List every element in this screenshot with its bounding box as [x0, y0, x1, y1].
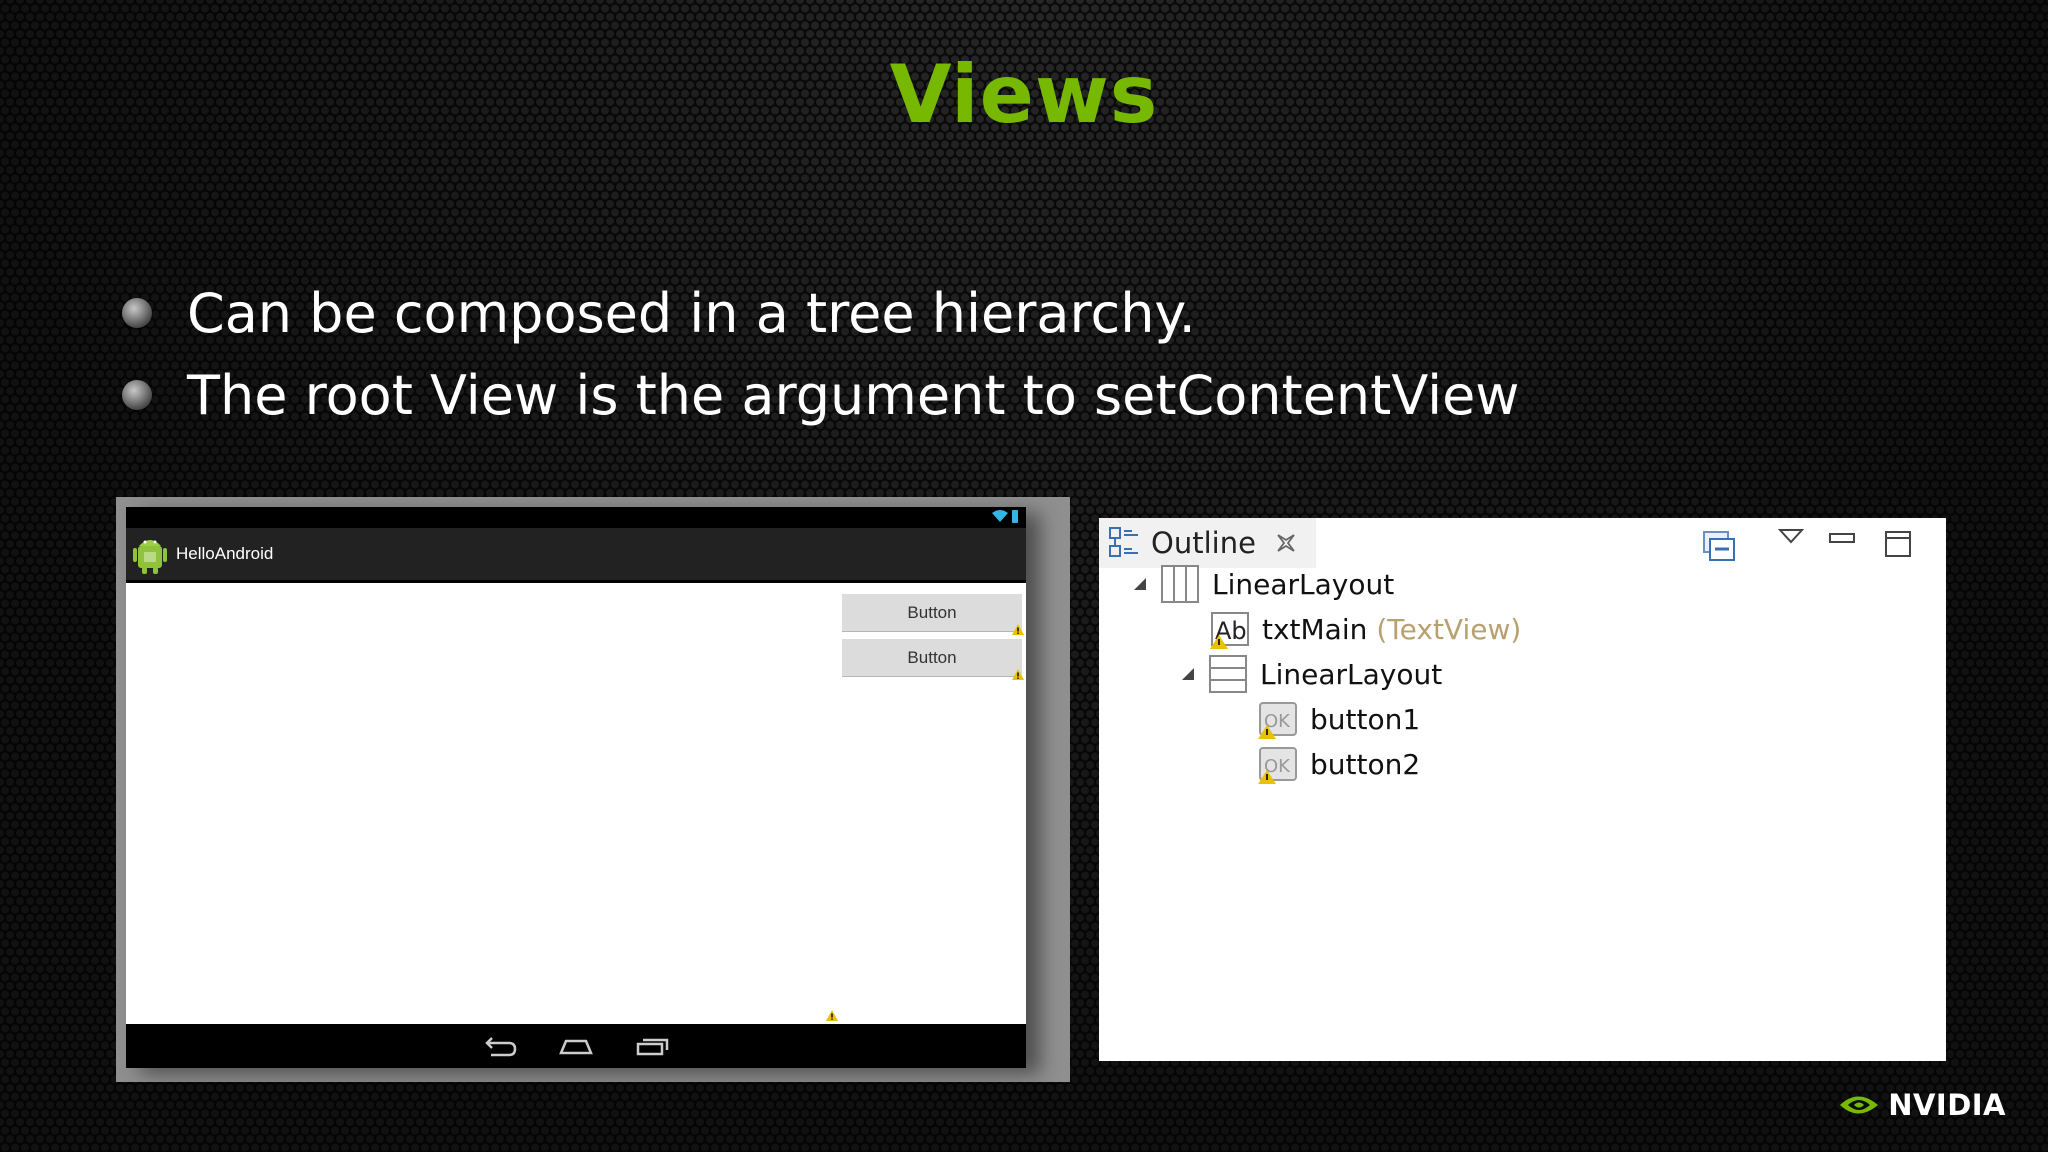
back-icon[interactable] — [483, 1035, 517, 1057]
emulator-frame: HelloAndroid Button Button — [116, 497, 1070, 1082]
bullet-text: Can be composed in a tree hierarchy. — [187, 281, 1196, 345]
close-icon[interactable] — [1274, 531, 1298, 555]
navigation-bar — [126, 1024, 1026, 1068]
nvidia-wordmark: NVIDIA — [1888, 1088, 2006, 1122]
tree-node[interactable]: Ab txtMain (TextView) — [1210, 607, 1521, 651]
battery-icon — [1012, 510, 1018, 523]
expanded-twisty-icon[interactable] — [1180, 666, 1196, 682]
minimize-icon[interactable] — [1828, 530, 1856, 546]
button-icon: OK — [1258, 702, 1297, 739]
outline-tab[interactable]: Outline — [1099, 518, 1316, 568]
app-button-2[interactable]: Button — [842, 639, 1022, 677]
recents-icon[interactable] — [635, 1035, 669, 1057]
warning-icon — [1012, 624, 1024, 635]
outline-tab-label: Outline — [1151, 526, 1256, 560]
tree-node-label: txtMain — [1262, 612, 1368, 646]
wifi-icon — [992, 510, 1008, 522]
action-bar: HelloAndroid — [126, 528, 1026, 583]
bullet-icon — [122, 380, 152, 410]
tree-node-label: button2 — [1310, 747, 1421, 781]
tree-node[interactable]: LinearLayout — [1132, 562, 1394, 606]
app-button-1[interactable]: Button — [842, 594, 1022, 632]
slide-title: Views — [889, 48, 1159, 141]
app-title: HelloAndroid — [176, 544, 274, 563]
app-content: Button Button — [126, 583, 1026, 1024]
linear-layout-vertical-icon — [1209, 655, 1247, 693]
outline-view-icon — [1109, 527, 1138, 557]
button-icon: OK — [1258, 747, 1297, 784]
collapse-all-icon[interactable] — [1702, 530, 1736, 562]
bullet-item: The root View is the argument to setCont… — [120, 354, 1519, 436]
status-bar — [126, 507, 1026, 528]
emulator-screen: HelloAndroid Button Button — [126, 507, 1026, 1068]
warning-icon — [826, 1010, 838, 1021]
bullet-text: The root View is the argument to setCont… — [187, 363, 1520, 427]
tree-node[interactable]: OK button1 — [1258, 697, 1420, 741]
bullet-item: Can be composed in a tree hierarchy. — [120, 272, 1519, 354]
android-app-icon — [133, 540, 167, 574]
home-icon[interactable] — [559, 1035, 593, 1057]
nvidia-logo: NVIDIA — [1838, 1088, 2006, 1122]
view-menu-icon[interactable] — [1778, 528, 1804, 546]
warning-icon — [1012, 669, 1024, 680]
textview-icon: Ab — [1210, 612, 1249, 649]
expanded-twisty-icon[interactable] — [1132, 576, 1148, 592]
tree-node-type: (TextView) — [1376, 612, 1522, 646]
tree-node-label: LinearLayout — [1260, 657, 1443, 691]
outline-panel: Outline LinearLayout Ab txtMain (TextVie… — [1099, 518, 1946, 1061]
tree-node-label: button1 — [1310, 702, 1421, 736]
bullet-icon — [122, 298, 152, 328]
linear-layout-horizontal-icon — [1161, 565, 1199, 603]
tree-node[interactable]: OK button2 — [1258, 742, 1420, 786]
tree-node[interactable]: LinearLayout — [1180, 652, 1442, 696]
bullet-list: Can be composed in a tree hierarchy. The… — [120, 272, 1519, 436]
nvidia-eye-icon — [1840, 1096, 1879, 1114]
maximize-icon[interactable] — [1884, 530, 1912, 558]
tree-node-label: LinearLayout — [1212, 567, 1395, 601]
